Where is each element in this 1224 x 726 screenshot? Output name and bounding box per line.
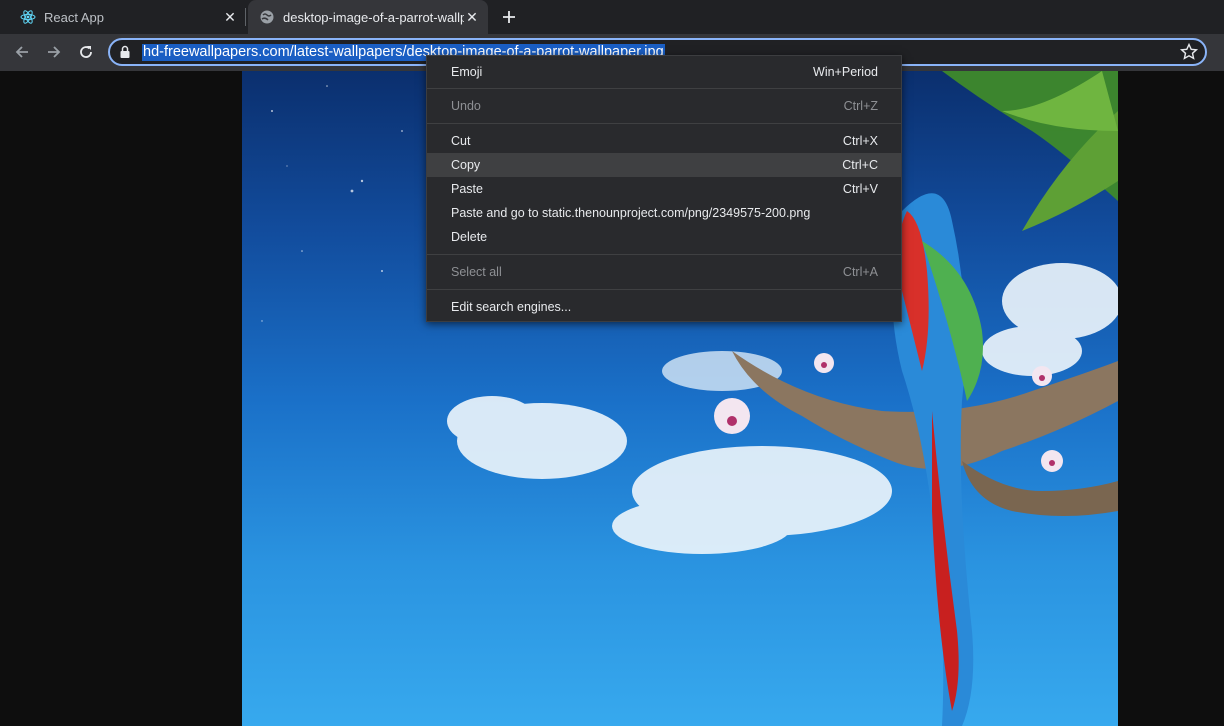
menu-item-delete[interactable]: Delete	[427, 225, 901, 249]
menu-item-select-all[interactable]: Select all Ctrl+A	[427, 260, 901, 284]
menu-separator	[427, 254, 901, 255]
menu-separator	[427, 88, 901, 89]
react-icon	[20, 9, 36, 25]
tab-title: React App	[44, 9, 104, 25]
menu-item-label: Delete	[451, 230, 488, 244]
menu-item-undo[interactable]: Undo Ctrl+Z	[427, 94, 901, 118]
back-button[interactable]	[10, 40, 34, 64]
lock-icon[interactable]	[118, 45, 132, 59]
menu-item-label: Paste and go to static.thenounproject.co…	[451, 206, 811, 220]
plus-icon	[503, 11, 515, 23]
menu-item-shortcut: Ctrl+C	[842, 158, 878, 172]
menu-item-shortcut: Ctrl+Z	[843, 99, 878, 113]
menu-item-label: Select all	[451, 265, 502, 279]
bookmark-star-icon[interactable]	[1179, 42, 1199, 62]
menu-item-paste[interactable]: Paste Ctrl+V	[427, 177, 901, 201]
globe-icon	[259, 9, 275, 25]
menu-item-cut[interactable]: Cut Ctrl+X	[427, 129, 901, 153]
close-icon[interactable]: ✕	[464, 9, 480, 25]
forward-button[interactable]	[42, 40, 66, 64]
menu-item-label: Cut	[451, 134, 471, 148]
menu-item-label: Emoji	[451, 65, 483, 79]
menu-item-label: Paste	[451, 182, 483, 196]
close-icon[interactable]: ✕	[222, 9, 238, 25]
menu-separator	[427, 123, 901, 124]
tab-strip: React App ✕ desktop-image-of-a-parrot-wa…	[0, 0, 1224, 34]
context-menu: Emoji Win+Period Undo Ctrl+Z Cut Ctrl+X …	[426, 55, 902, 322]
menu-item-label: Undo	[451, 99, 481, 113]
menu-item-label: Edit search engines...	[451, 300, 572, 314]
reload-button[interactable]	[74, 40, 98, 64]
new-tab-button[interactable]	[498, 6, 520, 28]
menu-item-shortcut: Win+Period	[813, 65, 878, 79]
menu-item-copy[interactable]: Copy Ctrl+C	[427, 153, 901, 177]
menu-separator	[427, 289, 901, 290]
tab-title: desktop-image-of-a-parrot-wallp	[283, 9, 464, 25]
menu-item-label: Copy	[451, 158, 481, 172]
menu-item-shortcut: Ctrl+X	[842, 134, 878, 148]
tab-react-app[interactable]: React App ✕	[0, 0, 246, 34]
menu-item-paste-and-go[interactable]: Paste and go to static.thenounproject.co…	[427, 201, 901, 225]
menu-item-edit-search-engines[interactable]: Edit search engines...	[427, 295, 901, 319]
menu-item-shortcut: Ctrl+A	[842, 265, 878, 279]
reload-icon	[80, 46, 92, 58]
menu-item-emoji[interactable]: Emoji Win+Period	[427, 60, 901, 84]
arrow-left-icon	[15, 46, 28, 58]
arrow-right-icon	[48, 46, 61, 58]
menu-item-shortcut: Ctrl+V	[842, 182, 878, 196]
tab-parrot-wallpaper[interactable]: desktop-image-of-a-parrot-wallp ✕	[248, 0, 488, 34]
tab-separator	[245, 8, 246, 26]
